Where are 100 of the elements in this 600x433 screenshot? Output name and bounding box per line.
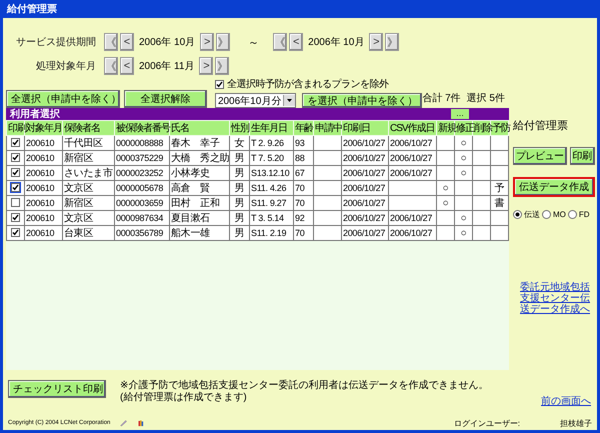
- table-cell: 2006/10/27: [342, 210, 388, 226]
- checkbox[interactable]: [11, 198, 20, 206]
- table-cell: [314, 150, 342, 166]
- column-header: 性別: [230, 120, 250, 136]
- table-cell: 千代田区: [62, 136, 114, 150]
- check-icon: [12, 154, 19, 161]
- previous-button[interactable]: <: [120, 57, 134, 75]
- table-cell: 0000356789: [114, 226, 170, 240]
- checkbox[interactable]: [11, 213, 20, 222]
- table-cell: [388, 180, 436, 196]
- table-cell: S13.12.10: [250, 166, 294, 180]
- checkbox[interactable]: [11, 168, 20, 177]
- table-cell: 2006/10/27: [388, 210, 436, 226]
- table-cell: [314, 136, 342, 150]
- column-header: 印刷: [6, 120, 24, 136]
- table-cell: 田村 正和: [170, 196, 230, 210]
- previous-button[interactable]: <: [120, 33, 134, 51]
- previous-button[interactable]: <: [289, 33, 304, 51]
- table-cell: 0000987634: [114, 210, 170, 226]
- table-cell: 2006/10/27: [342, 166, 388, 180]
- table-cell: 200610: [24, 210, 62, 226]
- table-cell: 大橋 秀之助: [170, 150, 230, 166]
- select-all-button[interactable]: 全選択（申請中を除く）: [6, 90, 120, 108]
- table-cell: 200610: [24, 226, 62, 240]
- previous-button[interactable]: 《: [104, 57, 118, 75]
- table-cell: 台東区: [62, 226, 114, 240]
- column-header: 申請中: [314, 120, 342, 136]
- column-header: 削除: [472, 120, 490, 136]
- table-cell: 200610: [24, 166, 62, 180]
- checkbox[interactable]: [11, 153, 20, 162]
- select-month-button[interactable]: を選択（申請中を除く）: [302, 93, 422, 108]
- check-icon: [216, 80, 223, 88]
- count-text: 選択 5件: [466, 92, 505, 105]
- column-header: 対象年月: [24, 120, 62, 136]
- table-cell: 新宿区: [62, 196, 114, 210]
- month-dropdown[interactable]: 2006年10月分: [214, 93, 296, 108]
- range-separator: ～: [248, 36, 260, 50]
- column-header: 予防: [490, 120, 508, 136]
- print-button[interactable]: 印刷: [570, 147, 594, 165]
- back-link[interactable]: 前の画面へ: [541, 394, 591, 408]
- radio-label: 伝送: [524, 209, 540, 220]
- table-cell: さいたま市: [62, 166, 114, 180]
- table-cell: 高倉 賢: [170, 180, 230, 196]
- table-cell: T 7. 5.20: [250, 150, 294, 166]
- checkbox[interactable]: [214, 80, 224, 88]
- table-cell: 小林孝史: [170, 166, 230, 180]
- table-cell: 200610: [24, 196, 62, 210]
- table-cell: [314, 210, 342, 226]
- radio-label: FD: [578, 210, 590, 219]
- table-cell: [388, 196, 436, 210]
- radio-button[interactable]: [568, 210, 577, 219]
- check-icon: [12, 214, 19, 221]
- table-cell: 2006/10/27: [388, 166, 436, 180]
- table-cell: 文京区: [62, 210, 114, 226]
- next-button[interactable]: 》: [215, 57, 230, 75]
- next-button[interactable]: >: [369, 33, 384, 51]
- create-transmission-button[interactable]: 伝送データ作成: [513, 177, 595, 197]
- table-cell: 0000375229: [114, 150, 170, 166]
- table-cell: [314, 180, 342, 196]
- table-cell: [314, 196, 342, 210]
- previous-button[interactable]: 《: [273, 33, 288, 51]
- checkbox[interactable]: [11, 228, 20, 237]
- preview-button[interactable]: プレビュー: [513, 147, 566, 165]
- column-header: 修正: [454, 120, 472, 136]
- column-header: 印刷日: [342, 120, 388, 136]
- previous-button[interactable]: 《: [104, 33, 118, 51]
- column-header: CSV作成日: [388, 120, 436, 136]
- checklist-print-button[interactable]: チェックリスト印刷: [8, 380, 106, 398]
- check-icon: [12, 169, 19, 176]
- table-cell: [314, 226, 342, 240]
- table-cell: T 3. 5.14: [250, 210, 294, 226]
- table-cell: 船木一雄: [170, 226, 230, 240]
- checkbox-label: 全選択時予防が含まれるプランを除外: [226, 78, 388, 91]
- table-cell: 2006/10/27: [342, 180, 388, 196]
- center-link[interactable]: 委託元地域包括支援センター伝送データ作成へ: [516, 282, 590, 315]
- checkbox[interactable]: [11, 138, 20, 147]
- note-text: ※介護予防で地域包括支援センター委託の利用者は伝送データを作成できません。(給付管理票は作成できます): [120, 380, 490, 404]
- field-label: 処理対象年月: [35, 60, 97, 73]
- column-header: 生年月日: [250, 120, 294, 136]
- table-cell: 2006/10/27: [342, 136, 388, 150]
- table-cell: 0000003659: [114, 196, 170, 210]
- next-button[interactable]: 》: [216, 33, 230, 51]
- table-cell: 2006/10/27: [388, 150, 436, 166]
- next-button[interactable]: >: [199, 57, 214, 75]
- window-title: 給付管理票: [7, 2, 57, 16]
- panel-title: 給付管理票: [513, 119, 568, 133]
- user-name: 担枝雄子: [560, 418, 592, 428]
- table-cell: S11. 9.27: [250, 196, 294, 210]
- month-value: 2006年 10月: [307, 36, 366, 49]
- table-cell: 2006/10/27: [342, 226, 388, 240]
- field-label: サービス提供期間: [16, 36, 97, 49]
- column-header: 新規: [436, 120, 454, 136]
- check-icon: [12, 139, 19, 146]
- radio-button[interactable]: [513, 210, 522, 219]
- check-icon: [12, 229, 19, 236]
- more-button[interactable]: …: [451, 109, 469, 119]
- next-button[interactable]: 》: [385, 33, 400, 51]
- next-button[interactable]: >: [200, 33, 214, 51]
- deselect-all-button[interactable]: 全選択解除: [124, 90, 207, 108]
- radio-button[interactable]: [542, 210, 551, 219]
